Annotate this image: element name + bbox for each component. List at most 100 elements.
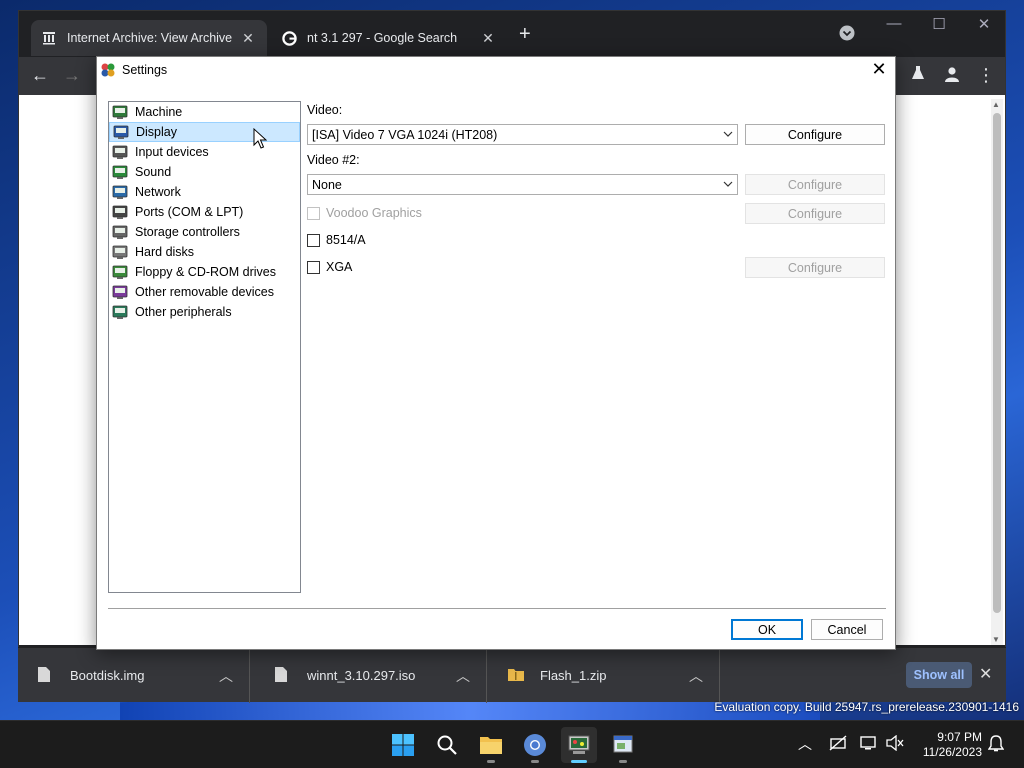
scroll-down-icon[interactable]: ▼ — [992, 635, 1000, 644]
close-tab-icon[interactable]: ✕ — [479, 30, 497, 47]
app-taskbar-button[interactable] — [605, 727, 641, 763]
taskbar-clock[interactable]: 9:07 PM 11/26/2023 — [912, 730, 982, 760]
tree-item-machine[interactable]: Machine — [109, 102, 300, 122]
settings-dialog: Settings ✕ Machine Display Input devices So… — [96, 56, 896, 650]
tree-item-label: Floppy & CD-ROM drives — [135, 265, 276, 279]
tree-item-display[interactable]: Display — [109, 122, 300, 142]
download-filename: winnt_3.10.297.iso — [307, 668, 416, 683]
cancel-button[interactable]: Cancel — [811, 619, 883, 640]
tab-internet-archive[interactable]: Internet Archive: View Archive ✕ — [31, 20, 267, 56]
start-button[interactable] — [385, 727, 421, 763]
tab-strip: Internet Archive: View Archive ✕ nt 3.1 … — [19, 11, 1005, 57]
tree-item-input-devices[interactable]: Input devices — [109, 142, 300, 162]
tree-item-label: Sound — [135, 165, 172, 179]
tab-google-search[interactable]: nt 3.1 297 - Google Search ✕ — [271, 20, 507, 56]
xga-label: XGA — [326, 260, 353, 274]
tree-item-label: Ports (COM & LPT) — [135, 205, 244, 219]
chevron-up-icon[interactable]: ︿ — [689, 666, 703, 686]
checkbox-box[interactable] — [307, 233, 320, 247]
clock-date: 11/26/2023 — [922, 745, 982, 759]
running-indicator — [487, 760, 495, 763]
chrome-taskbar-button[interactable] — [517, 727, 553, 763]
tree-item-label: Display — [136, 125, 177, 139]
ok-button[interactable]: OK — [731, 619, 803, 640]
download-item[interactable]: winnt_3.10.297.iso ︿ — [255, 648, 487, 703]
tree-item-peripherals[interactable]: Other peripherals — [109, 302, 300, 322]
forward-arrow-icon[interactable]: → — [63, 65, 81, 86]
taskbar: ︿ 9:07 PM 11/26/2023 — [0, 720, 1024, 768]
profile-icon[interactable] — [943, 65, 961, 88]
volume-muted-icon[interactable] — [886, 734, 904, 754]
back-arrow-icon[interactable]: ← — [31, 65, 49, 86]
sound-icon — [112, 165, 128, 179]
close-download-bar-icon[interactable]: ✕ — [979, 664, 992, 684]
chevron-down-icon — [723, 181, 733, 187]
chevron-up-icon[interactable]: ︿ — [219, 666, 233, 686]
video2-select[interactable]: None — [307, 174, 738, 195]
checkbox-box[interactable] — [307, 206, 320, 220]
new-tab-button[interactable]: + — [519, 23, 531, 46]
video-label: Video: — [307, 103, 343, 117]
windows-logo-icon — [392, 734, 414, 756]
voodoo-configure-button[interactable]: Configure — [745, 203, 885, 224]
download-item[interactable]: Bootdisk.img ︿ — [18, 648, 250, 703]
chevron-up-icon[interactable]: ︿ — [456, 666, 470, 686]
network-disconnected-icon[interactable] — [829, 735, 847, 754]
menu-kebab-icon[interactable]: ⋮ — [977, 65, 995, 86]
xga-checkbox[interactable]: XGA — [307, 260, 352, 274]
maximize-icon[interactable]: ☐ — [916, 15, 962, 33]
tree-item-sound[interactable]: Sound — [109, 162, 300, 182]
tab-title: nt 3.1 297 - Google Search — [307, 31, 458, 45]
page-scrollbar[interactable]: ▲ ▼ — [991, 99, 1003, 645]
running-indicator — [619, 760, 627, 763]
tree-item-label: Other removable devices — [135, 285, 274, 299]
video-select[interactable]: [ISA] Video 7 VGA 1024i (HT208) — [307, 124, 738, 145]
checkbox-box[interactable] — [307, 260, 320, 274]
emulator-taskbar-button[interactable] — [561, 727, 597, 763]
tree-item-label: Other peripherals — [135, 305, 232, 319]
removable-devices-icon — [112, 285, 128, 299]
tree-item-label: Network — [135, 185, 181, 199]
show-hidden-icons-chevron-icon[interactable]: ︿ — [798, 734, 812, 754]
dialog-titlebar: Settings — [97, 57, 895, 83]
video-select-value: [ISA] Video 7 VGA 1024i (HT208) — [312, 127, 498, 142]
show-all-button[interactable]: Show all — [906, 662, 972, 688]
video2-configure-button[interactable]: Configure — [745, 174, 885, 195]
minimize-icon[interactable]: — — [871, 15, 917, 32]
voodoo-label: Voodoo Graphics — [326, 206, 422, 220]
voodoo-checkbox[interactable]: Voodoo Graphics — [307, 206, 422, 220]
folder-icon — [480, 737, 502, 754]
tree-item-removable-devices[interactable]: Other removable devices — [109, 282, 300, 302]
tree-item-ports[interactable]: Ports (COM & LPT) — [109, 202, 300, 222]
labs-flask-icon[interactable] — [911, 65, 925, 85]
video-configure-button[interactable]: Configure — [745, 124, 885, 145]
tree-item-label: Machine — [135, 105, 183, 119]
network-icon[interactable] — [860, 735, 878, 754]
tree-item-hard-disks[interactable]: Hard disks — [109, 242, 300, 262]
tree-item-floppy-cdrom[interactable]: Floppy & CD-ROM drives — [109, 262, 300, 282]
close-tab-icon[interactable]: ✕ — [239, 30, 257, 47]
scroll-up-icon[interactable]: ▲ — [992, 100, 1000, 109]
download-filename: Bootdisk.img — [70, 668, 145, 683]
taskbar-search-button[interactable] — [429, 727, 465, 763]
tab-search-icon[interactable] — [839, 25, 855, 44]
file-icon — [275, 666, 291, 685]
floppy-cdrom-icon — [112, 265, 128, 279]
download-item[interactable]: Flash_1.zip ︿ — [488, 648, 720, 703]
dialog-close-icon[interactable]: ✕ — [869, 59, 889, 80]
scrollbar-thumb[interactable] — [993, 113, 1001, 613]
xga-configure-button[interactable]: Configure — [745, 257, 885, 278]
file-explorer-taskbar-button[interactable] — [473, 727, 509, 763]
google-icon — [281, 30, 297, 46]
evaluation-watermark: Evaluation copy. Build 25947.rs_prerelea… — [714, 700, 1019, 714]
window-app-icon — [613, 735, 633, 753]
download-filename: Flash_1.zip — [540, 668, 607, 683]
window-close-icon[interactable]: ✕ — [961, 15, 1007, 33]
tree-item-network[interactable]: Network — [109, 182, 300, 202]
storage-controllers-icon — [112, 225, 128, 239]
emulator-icon — [568, 735, 590, 754]
ibm8514-checkbox[interactable]: 8514/A — [307, 233, 366, 247]
notification-bell-icon[interactable] — [987, 735, 1005, 756]
tree-item-storage-controllers[interactable]: Storage controllers — [109, 222, 300, 242]
settings-category-tree: Machine Display Input devices Sound Network P… — [108, 101, 301, 593]
